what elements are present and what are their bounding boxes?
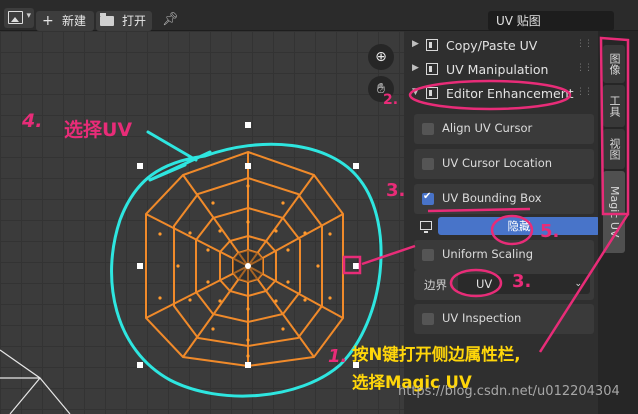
new-image-button[interactable]: + 新建 bbox=[36, 11, 94, 31]
section-label: Editor Enhancement bbox=[446, 86, 574, 101]
note-line-1: 按N键打开侧边属性栏, bbox=[352, 345, 521, 364]
uniform-scaling-label: Uniform Scaling bbox=[442, 247, 534, 261]
section-label: Copy/Paste UV bbox=[446, 38, 538, 53]
uv-cursor-location-checkbox[interactable] bbox=[422, 158, 434, 170]
expand-arrow-icon: ▶ bbox=[412, 39, 419, 49]
chevron-down-icon: ⌄ bbox=[574, 279, 582, 289]
new-label: 新建 bbox=[62, 14, 87, 28]
uv-bounding-box-label: UV Bounding Box bbox=[442, 191, 542, 205]
chevron-down-icon: ▾ bbox=[26, 11, 31, 21]
tab-tool[interactable]: 工具 bbox=[603, 85, 625, 127]
uv-bounding-box-row[interactable]: UV Bounding Box bbox=[414, 184, 594, 214]
tab-image[interactable]: 图像 bbox=[603, 45, 625, 83]
collapse-arrow-icon: ▼ bbox=[412, 87, 419, 97]
open-label: 打开 bbox=[122, 14, 147, 28]
monitor-icon bbox=[420, 221, 432, 233]
boundary-value: UV bbox=[476, 277, 493, 291]
align-uv-cursor-row[interactable]: Align UV Cursor bbox=[414, 114, 594, 144]
drag-grip-icon[interactable]: ⋮⋮ bbox=[576, 39, 593, 49]
boundary-row: 边界 UV ⌄ bbox=[414, 270, 594, 300]
align-uv-cursor-checkbox[interactable] bbox=[422, 123, 434, 135]
uv-editor-header: ▾ + 新建 打开 📌︎ UV 贴图 bbox=[0, 0, 638, 31]
addon-icon bbox=[426, 87, 438, 99]
image-name-field[interactable]: UV 贴图 bbox=[488, 11, 614, 31]
watermark-text: https://blog.csdn.net/u012204304 bbox=[398, 384, 620, 399]
uv-bounding-box-checkbox[interactable] bbox=[422, 191, 434, 205]
tab-magic-uv[interactable]: Magic UV bbox=[603, 171, 625, 253]
uv-cursor-location-label: UV Cursor Location bbox=[442, 156, 553, 170]
annotation-select-uv: 选择UV bbox=[64, 119, 133, 141]
open-image-button[interactable]: 打开 bbox=[96, 11, 152, 31]
uniform-scaling-row[interactable]: Uniform Scaling bbox=[414, 240, 594, 270]
pin-icon[interactable]: 📌︎ bbox=[162, 12, 179, 27]
uv-inspection-row[interactable]: UV Inspection bbox=[414, 304, 594, 334]
other-object-lines bbox=[0, 349, 71, 414]
folder-icon bbox=[100, 13, 114, 26]
editor-type-button[interactable]: ▾ bbox=[4, 8, 34, 28]
zoom-icon[interactable]: ⊕ bbox=[368, 44, 394, 70]
align-uv-cursor-label: Align UV Cursor bbox=[442, 121, 533, 135]
sidebar-tabs: 图像 工具 视图 Magic UV bbox=[598, 31, 638, 414]
tab-view[interactable]: 视图 bbox=[603, 129, 625, 169]
annotation-step-3-boundary: 3. bbox=[512, 271, 532, 292]
annotation-step-4: 4. bbox=[22, 110, 43, 132]
section-editor-enhancement[interactable]: ▼ Editor Enhancement ⋮⋮ bbox=[404, 84, 598, 106]
addon-icon bbox=[426, 39, 438, 51]
section-uv-manipulation[interactable]: ▶ UV Manipulation ⋮⋮ bbox=[404, 60, 598, 82]
annotation-step-3-bounding-box: 3. bbox=[386, 180, 406, 201]
drag-grip-icon[interactable]: ⋮⋮ bbox=[576, 87, 593, 97]
drag-grip-icon[interactable]: ⋮⋮ bbox=[576, 63, 593, 73]
boundary-label: 边界 bbox=[424, 278, 447, 292]
annotation-step-2: 2. bbox=[383, 92, 399, 108]
plus-icon: + bbox=[42, 13, 54, 29]
hide-button[interactable]: 隐藏 bbox=[438, 217, 600, 235]
annotation-step-5: 5. bbox=[540, 221, 560, 242]
image-icon bbox=[8, 11, 23, 24]
addon-icon bbox=[426, 63, 438, 75]
hide-row: 隐藏 bbox=[414, 216, 600, 238]
uv-inspection-label: UV Inspection bbox=[442, 311, 522, 325]
section-label: UV Manipulation bbox=[446, 62, 549, 77]
expand-arrow-icon: ▶ bbox=[412, 63, 419, 73]
uniform-scaling-checkbox[interactable] bbox=[422, 249, 434, 261]
uv-cursor-location-row[interactable]: UV Cursor Location bbox=[414, 149, 594, 179]
annotation-step-1: 1. bbox=[328, 346, 348, 367]
section-copy-paste-uv[interactable]: ▶ Copy/Paste UV ⋮⋮ bbox=[404, 36, 598, 58]
uv-inspection-checkbox[interactable] bbox=[422, 313, 434, 325]
mesh-center-vertex bbox=[245, 263, 251, 269]
